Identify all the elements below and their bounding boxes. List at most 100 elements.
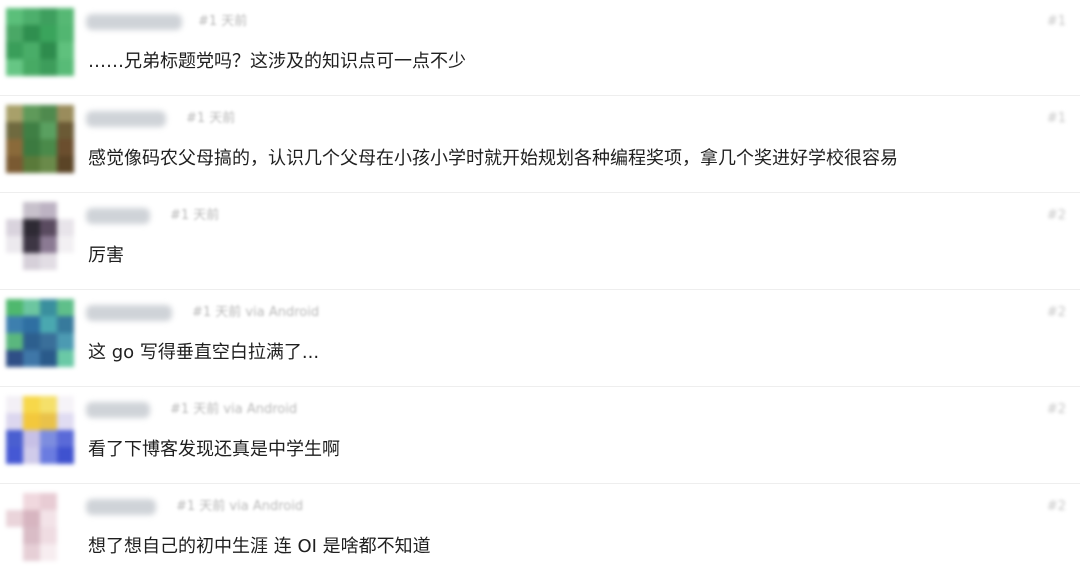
avatar-pixel bbox=[57, 253, 74, 270]
avatar-pixel bbox=[6, 156, 23, 173]
comment-meta: #1 天前 via Android bbox=[170, 402, 298, 417]
avatar-pixel bbox=[23, 219, 40, 236]
username-blurred[interactable] bbox=[86, 305, 172, 321]
comment-item: #1 天前 via Android #2 想了想自己的初中生涯 连 OI 是啥都… bbox=[0, 485, 1080, 581]
avatar-pixel bbox=[6, 447, 23, 464]
avatar-pixel bbox=[40, 25, 57, 42]
avatar-pixel bbox=[40, 350, 57, 367]
avatar-pixel bbox=[23, 316, 40, 333]
avatar-pixel bbox=[57, 105, 74, 122]
avatar-pixel bbox=[57, 493, 74, 510]
avatar[interactable] bbox=[6, 105, 74, 173]
avatar-pixel bbox=[23, 350, 40, 367]
avatar-pixel bbox=[6, 333, 23, 350]
avatar-pixel bbox=[6, 316, 23, 333]
avatar-pixel bbox=[57, 42, 74, 59]
avatar-pixel bbox=[23, 139, 40, 156]
avatar-pixel bbox=[40, 430, 57, 447]
avatar-pixel bbox=[40, 8, 57, 25]
avatar[interactable] bbox=[6, 493, 74, 561]
avatar-pixel bbox=[23, 59, 40, 76]
avatar-pixel bbox=[40, 202, 57, 219]
avatar-pixel bbox=[40, 333, 57, 350]
avatar-pixel bbox=[40, 42, 57, 59]
comment-meta: #1 天前 bbox=[186, 111, 236, 126]
avatar-pixel bbox=[6, 299, 23, 316]
avatar[interactable] bbox=[6, 8, 74, 76]
avatar-pixel bbox=[57, 236, 74, 253]
avatar-pixel bbox=[6, 139, 23, 156]
avatar-pixel bbox=[57, 396, 74, 413]
avatar-pixel bbox=[6, 493, 23, 510]
avatar-pixel bbox=[40, 219, 57, 236]
avatar-pixel bbox=[6, 236, 23, 253]
username-blurred[interactable] bbox=[86, 14, 182, 30]
comment-floor-number: #2 bbox=[1046, 208, 1066, 223]
avatar-pixel bbox=[57, 299, 74, 316]
avatar-pixel bbox=[6, 59, 23, 76]
username-blurred[interactable] bbox=[86, 402, 150, 418]
avatar-pixel bbox=[40, 253, 57, 270]
avatar-pixel bbox=[23, 510, 40, 527]
comment-meta: #1 天前 bbox=[170, 208, 220, 223]
avatar-pixel bbox=[40, 510, 57, 527]
avatar-pixel bbox=[40, 156, 57, 173]
avatar-pixel bbox=[57, 316, 74, 333]
comment-floor-number: #1 bbox=[1046, 111, 1066, 126]
comment-list: #1 天前 #1 ……兄弟标题党吗？这涉及的知识点可一点不少 #1 天前 #1 … bbox=[0, 0, 1080, 579]
username-blurred[interactable] bbox=[86, 499, 156, 515]
avatar-pixel bbox=[6, 105, 23, 122]
comment-text: 感觉像码农父母搞的，认识几个父母在小孩小学时就开始规划各种编程奖项，拿几个奖进好… bbox=[88, 148, 898, 169]
avatar-pixel bbox=[23, 8, 40, 25]
avatar-pixel bbox=[6, 413, 23, 430]
avatar-pixel bbox=[57, 430, 74, 447]
avatar-pixel bbox=[23, 493, 40, 510]
avatar-pixel bbox=[23, 333, 40, 350]
comment-text: 看了下博客发现还真是中学生啊 bbox=[88, 439, 340, 460]
avatar-pixel bbox=[23, 42, 40, 59]
avatar-pixel bbox=[57, 544, 74, 561]
avatar-pixel bbox=[40, 544, 57, 561]
avatar-pixel bbox=[40, 447, 57, 464]
avatar-pixel bbox=[6, 25, 23, 42]
avatar-pixel bbox=[23, 413, 40, 430]
comment-item: #1 天前 via Android #2 看了下博客发现还真是中学生啊 bbox=[0, 388, 1080, 484]
avatar-pixel bbox=[6, 544, 23, 561]
avatar-pixel bbox=[23, 544, 40, 561]
avatar-pixel bbox=[57, 413, 74, 430]
avatar[interactable] bbox=[6, 299, 74, 367]
avatar[interactable] bbox=[6, 396, 74, 464]
avatar-pixel bbox=[23, 527, 40, 544]
comment-floor-number: #1 bbox=[1046, 14, 1066, 29]
avatar-pixel bbox=[23, 105, 40, 122]
avatar-pixel bbox=[40, 139, 57, 156]
avatar-pixel bbox=[40, 236, 57, 253]
avatar-pixel bbox=[6, 202, 23, 219]
avatar-pixel bbox=[40, 413, 57, 430]
avatar-pixel bbox=[40, 105, 57, 122]
comment-meta: #1 天前 via Android bbox=[176, 499, 304, 514]
avatar-pixel bbox=[6, 42, 23, 59]
avatar-pixel bbox=[23, 236, 40, 253]
avatar-pixel bbox=[40, 299, 57, 316]
avatar-pixel bbox=[40, 527, 57, 544]
comment-text: ……兄弟标题党吗？这涉及的知识点可一点不少 bbox=[88, 51, 466, 72]
avatar-pixel bbox=[57, 350, 74, 367]
avatar-pixel bbox=[6, 396, 23, 413]
username-blurred[interactable] bbox=[86, 111, 166, 127]
avatar-pixel bbox=[6, 219, 23, 236]
avatar-pixel bbox=[57, 333, 74, 350]
avatar-pixel bbox=[23, 25, 40, 42]
avatar-pixel bbox=[57, 527, 74, 544]
avatar-pixel bbox=[6, 350, 23, 367]
avatar-pixel bbox=[40, 396, 57, 413]
avatar-pixel bbox=[6, 122, 23, 139]
username-blurred[interactable] bbox=[86, 208, 150, 224]
comment-text: 想了想自己的初中生涯 连 OI 是啥都不知道 bbox=[88, 536, 431, 557]
avatar-pixel bbox=[23, 253, 40, 270]
comment-item: #1 天前 #1 ……兄弟标题党吗？这涉及的知识点可一点不少 bbox=[0, 0, 1080, 96]
avatar[interactable] bbox=[6, 202, 74, 270]
avatar-pixel bbox=[23, 396, 40, 413]
comment-floor-number: #2 bbox=[1046, 499, 1066, 514]
avatar-pixel bbox=[6, 510, 23, 527]
